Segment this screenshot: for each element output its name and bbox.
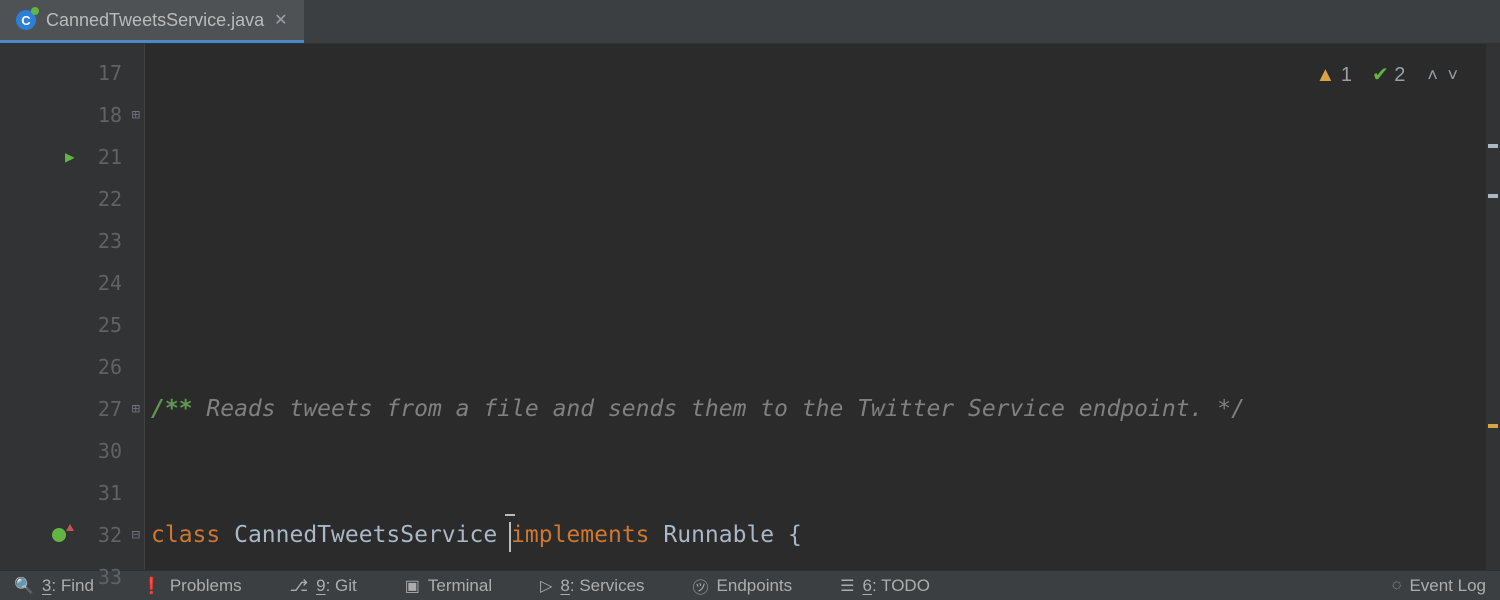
editor-tab-active[interactable]: C CannedTweetsService.java ✕ bbox=[0, 0, 304, 43]
fold-icon[interactable]: ⊞ bbox=[132, 388, 140, 430]
line-number: 23 bbox=[98, 220, 122, 262]
run-gutter-icon[interactable]: ▶ bbox=[65, 136, 75, 178]
services-icon: ▷ bbox=[540, 576, 552, 596]
stripe-mark[interactable] bbox=[1488, 144, 1498, 148]
stripe-mark[interactable] bbox=[1488, 194, 1498, 198]
editor-tab-label: CannedTweetsService.java bbox=[46, 10, 264, 31]
tool-todo[interactable]: ☰6: TODO bbox=[840, 576, 930, 596]
warning-icon: ▲ bbox=[1315, 64, 1335, 86]
todo-icon: ☰ bbox=[840, 576, 854, 596]
pass-count: 2 bbox=[1394, 64, 1405, 86]
line-number: 26 bbox=[98, 346, 122, 388]
line-number: 21 bbox=[98, 136, 122, 178]
tool-git[interactable]: ⎇9: Git bbox=[290, 576, 357, 596]
stripe-mark-warning[interactable] bbox=[1488, 424, 1498, 428]
editor-tab-bar: C CannedTweetsService.java ✕ bbox=[0, 0, 1500, 44]
close-icon[interactable]: ✕ bbox=[274, 10, 287, 30]
next-highlight-icon[interactable]: ˅ bbox=[1445, 65, 1460, 85]
inspection-widget[interactable]: ▲ 1 ✔ 2 ˄ ˅ bbox=[1315, 54, 1460, 96]
line-number: 33 bbox=[98, 556, 122, 598]
git-icon: ⎇ bbox=[290, 576, 308, 596]
editor-gutter: 17 ⊞18 ▶21 22 23 24 25 26 ⊞27 30 31 ⊟32 … bbox=[0, 44, 145, 570]
tool-endpoints[interactable]: ㋡Endpoints bbox=[693, 574, 793, 598]
code-line[interactable]: /** Reads tweets from a file and sends t… bbox=[151, 388, 1500, 430]
endpoints-icon: ㋡ bbox=[693, 574, 709, 598]
line-number: 22 bbox=[98, 178, 122, 220]
code-line[interactable]: class CannedTweetsService implements Run… bbox=[151, 514, 1500, 556]
line-number: 32 bbox=[98, 514, 122, 556]
editor-code-area[interactable]: ▲ 1 ✔ 2 ˄ ˅ /** Reads tweets from a file… bbox=[145, 44, 1500, 570]
problems-icon: ❗ bbox=[142, 576, 162, 596]
tool-problems[interactable]: ❗Problems bbox=[142, 576, 242, 596]
line-number: 18 bbox=[98, 94, 122, 136]
warning-count: 1 bbox=[1341, 64, 1352, 86]
tool-event-log[interactable]: ◌Event Log bbox=[1392, 576, 1486, 596]
line-number: 31 bbox=[98, 472, 122, 514]
line-number: 17 bbox=[98, 52, 122, 94]
tool-terminal[interactable]: ▣Terminal bbox=[405, 576, 492, 596]
line-number: 25 bbox=[98, 304, 122, 346]
prev-highlight-icon[interactable]: ˄ bbox=[1425, 65, 1440, 85]
line-number: 27 bbox=[98, 388, 122, 430]
tool-services[interactable]: ▷8: Services bbox=[540, 576, 644, 596]
editor: 17 ⊞18 ▶21 22 23 24 25 26 ⊞27 30 31 ⊟32 … bbox=[0, 44, 1500, 570]
code-line[interactable] bbox=[151, 262, 1500, 304]
java-class-icon: C bbox=[16, 10, 36, 30]
event-log-icon: ◌ bbox=[1392, 577, 1402, 595]
fold-icon[interactable]: ⊟ bbox=[132, 514, 140, 556]
line-number: 30 bbox=[98, 430, 122, 472]
error-stripe[interactable] bbox=[1486, 44, 1500, 570]
fold-icon[interactable]: ⊞ bbox=[132, 94, 140, 136]
tool-window-bar: 🔍3: Find ❗Problems ⎇9: Git ▣Terminal ▷8:… bbox=[0, 570, 1500, 600]
line-number: 24 bbox=[98, 262, 122, 304]
vcs-change-icon[interactable] bbox=[52, 528, 66, 542]
check-icon: ✔ bbox=[1372, 64, 1389, 86]
terminal-icon: ▣ bbox=[405, 576, 420, 596]
